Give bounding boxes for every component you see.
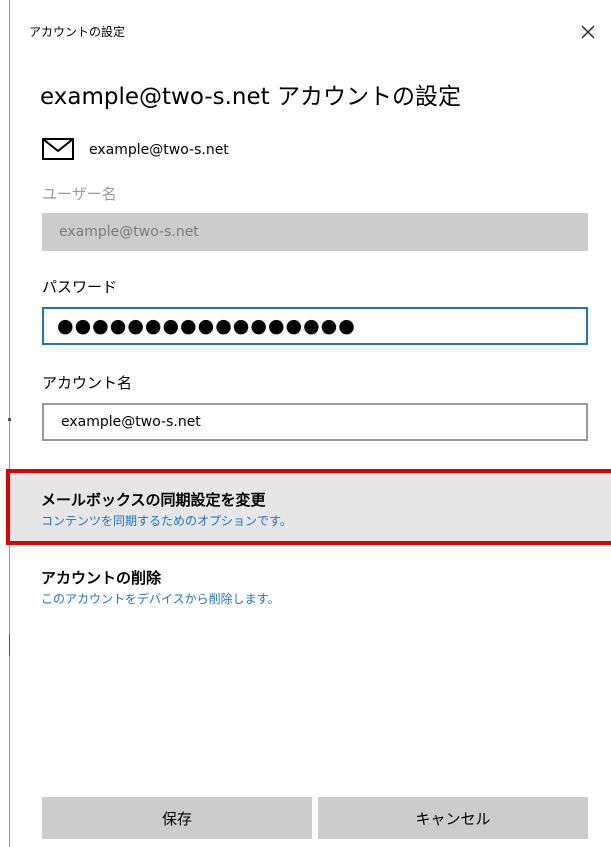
- close-icon[interactable]: [576, 20, 600, 44]
- password-label: パスワード: [42, 278, 118, 296]
- password-field[interactable]: ●●●●●●●●●●●●●●●●●: [42, 307, 588, 345]
- username-label: ユーザー名: [42, 185, 117, 203]
- window-title: アカウントの設定: [29, 25, 126, 39]
- delete-account-description: このアカウントをデバイスから削除します。: [41, 592, 280, 606]
- account-name-field[interactable]: example@two-s.net: [42, 403, 588, 441]
- sync-settings-item[interactable]: メールボックスの同期設定を変更 コンテンツを同期するためのオプションです。: [9, 472, 611, 544]
- window-edge-mark: [9, 634, 10, 656]
- save-button[interactable]: 保存: [42, 797, 312, 839]
- window-edge-mark: [8, 418, 11, 421]
- username-field: example@two-s.net: [42, 213, 588, 251]
- sync-settings-title: メールボックスの同期設定を変更: [41, 491, 266, 509]
- page-title: example@two-s.net アカウントの設定: [40, 84, 461, 110]
- delete-account-title: アカウントの削除: [41, 569, 162, 587]
- sync-settings-description: コンテンツを同期するためのオプションです。: [41, 514, 292, 528]
- delete-account-item[interactable]: アカウントの削除 このアカウントをデバイスから削除します。: [9, 566, 611, 626]
- account-name-label: アカウント名: [42, 374, 133, 392]
- account-email: example@two-s.net: [89, 142, 229, 158]
- cancel-button[interactable]: キャンセル: [318, 797, 588, 839]
- mail-icon: [42, 138, 74, 160]
